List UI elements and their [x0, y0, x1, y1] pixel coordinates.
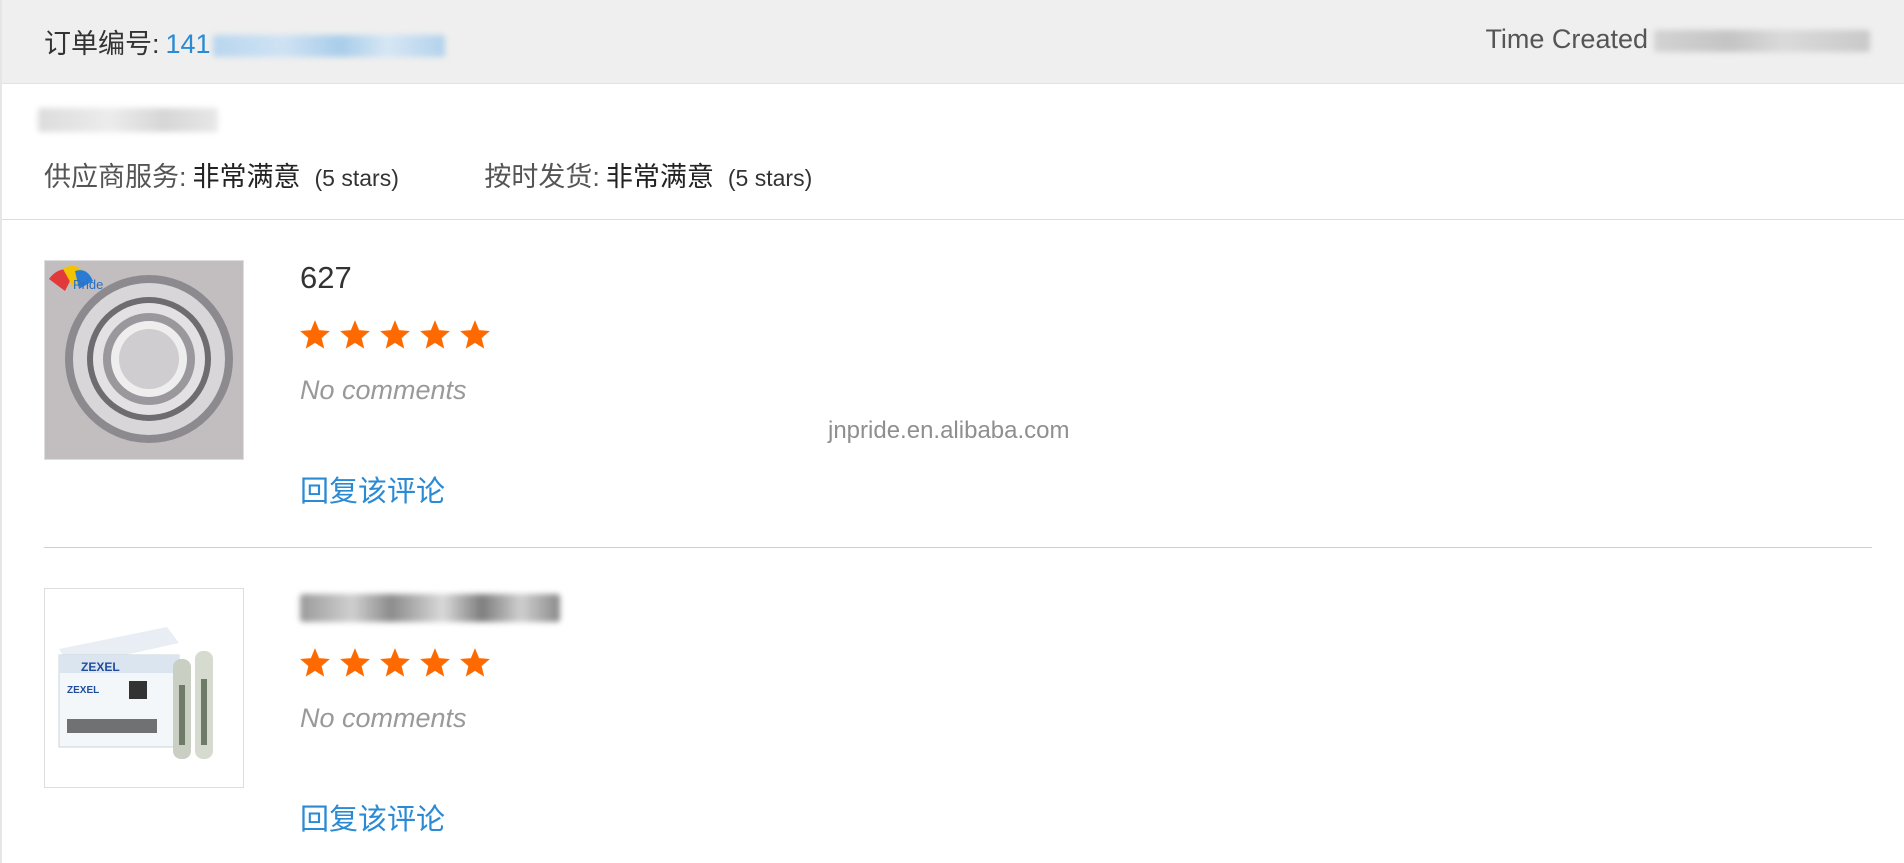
order-number-redacted [212, 34, 445, 57]
bearing-image: Pride [45, 261, 243, 459]
svg-text:ZEXEL: ZEXEL [81, 660, 120, 674]
star-icon [340, 320, 370, 349]
feedback-page: 订单编号: 141 Time Created 供应商服务: 非常满意 (5 stars… [0, 0, 1904, 863]
supplier-service-rating: 供应商服务: 非常满意 (5 stars) [44, 162, 399, 192]
product-title-redacted [300, 594, 560, 622]
nozzle-box-image: ZEXEL ZEXEL [45, 589, 243, 787]
star-icon [380, 320, 410, 349]
star-icon [380, 648, 410, 677]
order-number: 订单编号: 141 [44, 22, 445, 61]
svg-text:ZEXEL: ZEXEL [67, 685, 99, 696]
time-created-redacted [1654, 29, 1870, 52]
star-icon [340, 648, 370, 677]
on-time-delivery-rating: 按时发货: 非常满意 (5 stars) [484, 162, 813, 192]
star-icon [460, 320, 490, 349]
time-created-label: Time Created [1485, 24, 1648, 54]
review-comment: No comments [300, 703, 467, 733]
section-divider [2, 219, 1904, 220]
order-number-link[interactable]: 141 [166, 29, 211, 59]
review-divider [44, 547, 1872, 548]
review-comment: No comments [300, 375, 467, 405]
product-title: 627 [300, 260, 352, 295]
star-icon [300, 648, 330, 677]
svg-text:Pride: Pride [73, 277, 103, 292]
star-icon [300, 320, 330, 349]
star-rating [298, 318, 498, 357]
buyer-name-redacted [38, 108, 218, 132]
order-header: 订单编号: 141 Time Created [2, 0, 1904, 84]
star-rating [298, 646, 498, 685]
star-icon [460, 648, 490, 677]
reply-review-link[interactable]: 回复该评论 [300, 796, 445, 838]
reply-review-link[interactable]: 回复该评论 [300, 468, 445, 510]
time-created: Time Created [1485, 24, 1870, 55]
supplier-rating-summary: 供应商服务: 非常满意 (5 stars) 按时发货: 非常满意 (5 stars) [44, 155, 890, 194]
product-thumbnail[interactable]: ZEXEL ZEXEL [44, 588, 244, 788]
product-thumbnail[interactable]: Pride [44, 260, 244, 460]
star-icon [420, 320, 450, 349]
star-icon [420, 648, 450, 677]
order-number-label: 订单编号: [44, 29, 160, 59]
watermark: jnpride.en.alibaba.com [828, 417, 1070, 444]
